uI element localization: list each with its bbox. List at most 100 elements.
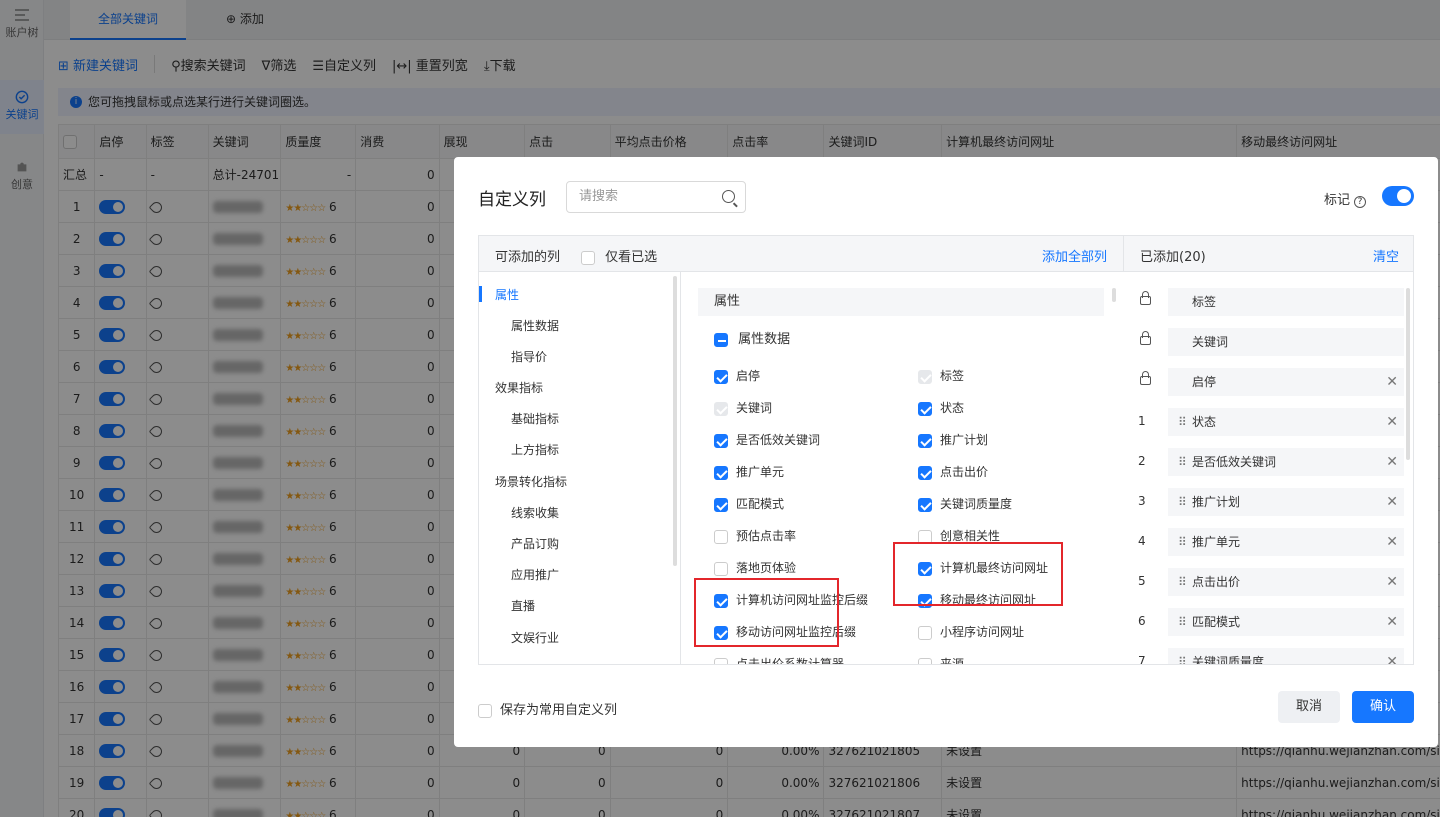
category-item[interactable]: 基础指标 xyxy=(511,410,559,427)
column-option-label: 标签 xyxy=(940,369,965,383)
added-column-box: 标签 xyxy=(1168,288,1404,316)
remove-icon[interactable]: ✕ xyxy=(1386,614,1398,630)
drag-handle-icon[interactable]: ⠿ xyxy=(1178,488,1187,516)
clear-link[interactable]: 清空 xyxy=(1373,246,1399,265)
category-item[interactable]: 上方指标 xyxy=(511,441,559,458)
checkbox[interactable] xyxy=(714,561,728,576)
added-column-label: 是否低效关键词 xyxy=(1192,455,1277,469)
add-all-link[interactable]: 添加全部列 xyxy=(1042,246,1107,265)
column-option-label: 点击出价系数计算器 xyxy=(736,657,845,664)
checkbox[interactable] xyxy=(714,465,728,480)
drag-handle-icon[interactable]: ⠿ xyxy=(1178,568,1187,596)
cancel-button[interactable]: 取消 xyxy=(1278,691,1340,723)
column-option[interactable]: 匹配模式 xyxy=(714,495,784,512)
checkbox[interactable] xyxy=(714,529,728,544)
category-item[interactable]: 文娱行业 xyxy=(511,629,559,646)
added-column-item[interactable]: 启停 ✕ xyxy=(1124,368,1414,396)
confirm-button[interactable]: 确认 xyxy=(1352,691,1414,723)
category-item[interactable]: 应用推广 xyxy=(511,566,559,583)
category-item[interactable]: 直播 xyxy=(511,597,535,614)
added-column-item[interactable]: 5 ⠿ 点击出价 ✕ xyxy=(1124,568,1414,596)
field-scrollbar[interactable] xyxy=(1112,288,1116,302)
checkbox[interactable] xyxy=(918,401,932,416)
column-option[interactable]: 落地页体验 xyxy=(714,559,796,576)
checkbox[interactable] xyxy=(918,433,932,448)
column-option[interactable]: 点击出价系数计算器 xyxy=(714,655,844,664)
save-common-label: 保存为常用自定义列 xyxy=(500,703,618,718)
only-selected-checkbox[interactable]: 仅看已选 xyxy=(581,246,657,265)
column-option[interactable]: 预估点击率 xyxy=(714,527,796,544)
added-column-label: 推广单元 xyxy=(1192,535,1241,549)
checkbox[interactable] xyxy=(714,332,728,347)
dialog-title: 自定义列 xyxy=(478,190,546,210)
drag-handle-icon[interactable]: ⠿ xyxy=(1178,528,1187,556)
column-option[interactable]: 状态 xyxy=(918,399,964,416)
category-item[interactable]: 场景转化指标 xyxy=(495,473,567,490)
item-number: 3 xyxy=(1138,494,1146,508)
checkbox[interactable] xyxy=(918,497,932,512)
column-option[interactable]: 是否低效关键词 xyxy=(714,431,820,448)
drag-handle-icon[interactable]: ⠿ xyxy=(1178,408,1187,436)
column-search-input[interactable]: 请搜索 xyxy=(566,181,746,213)
item-number: 7 xyxy=(1138,654,1146,664)
column-option[interactable]: 关键词 xyxy=(714,399,772,416)
added-column-label: 点击出价 xyxy=(1192,575,1241,589)
column-option[interactable]: 小程序访问网址 xyxy=(918,623,1024,640)
column-option[interactable]: 推广单元 xyxy=(714,463,784,480)
remove-icon[interactable]: ✕ xyxy=(1386,374,1398,390)
added-column-item[interactable]: 4 ⠿ 推广单元 ✕ xyxy=(1124,528,1414,556)
column-option[interactable]: 来源 xyxy=(918,655,964,664)
checkbox[interactable] xyxy=(714,657,728,664)
category-item[interactable]: 指导价 xyxy=(511,348,547,365)
added-column-item[interactable]: 7 ⠿ 关键词质量度 ✕ xyxy=(1124,648,1414,664)
checkbox[interactable] xyxy=(918,625,932,640)
category-item[interactable]: 属性 xyxy=(495,286,519,303)
column-option-label: 是否低效关键词 xyxy=(736,433,821,447)
column-option[interactable]: 推广计划 xyxy=(918,431,988,448)
category-scrollbar[interactable] xyxy=(673,276,677,566)
category-item[interactable]: 属性数据 xyxy=(511,317,559,334)
checkbox[interactable] xyxy=(581,250,595,265)
drag-handle-icon[interactable]: ⠿ xyxy=(1178,648,1187,664)
column-option-label: 点击出价 xyxy=(940,465,989,479)
checkbox[interactable] xyxy=(918,369,932,384)
checkbox[interactable] xyxy=(918,657,932,664)
remove-icon[interactable]: ✕ xyxy=(1386,494,1398,510)
added-column-item[interactable]: 3 ⠿ 推广计划 ✕ xyxy=(1124,488,1414,516)
drag-handle-icon[interactable]: ⠿ xyxy=(1178,448,1187,476)
added-column-item[interactable]: 关键词 xyxy=(1124,328,1414,356)
remove-icon[interactable]: ✕ xyxy=(1386,414,1398,430)
checkbox[interactable] xyxy=(714,369,728,384)
added-column-item[interactable]: 1 ⠿ 状态 ✕ xyxy=(1124,408,1414,436)
remove-icon[interactable]: ✕ xyxy=(1386,654,1398,664)
added-column-item[interactable]: 标签 xyxy=(1124,288,1414,316)
checkbox[interactable] xyxy=(714,497,728,512)
save-common-checkbox[interactable]: 保存为常用自定义列 xyxy=(478,699,617,718)
remove-icon[interactable]: ✕ xyxy=(1386,574,1398,590)
remove-icon[interactable]: ✕ xyxy=(1386,534,1398,550)
added-column-label: 关键词 xyxy=(1192,335,1229,349)
checkbox[interactable] xyxy=(714,401,728,416)
added-column-box: ⠿ 推广计划 xyxy=(1168,488,1404,516)
available-title: 可添加的列 xyxy=(495,250,561,265)
help-icon[interactable]: ? xyxy=(1354,196,1366,208)
highlight-box xyxy=(694,578,839,647)
category-item[interactable]: 效果指标 xyxy=(495,379,543,396)
added-column-item[interactable]: 2 ⠿ 是否低效关键词 ✕ xyxy=(1124,448,1414,476)
added-column-item[interactable]: 6 ⠿ 匹配模式 ✕ xyxy=(1124,608,1414,636)
category-item[interactable]: 产品订购 xyxy=(511,535,559,552)
group-checkbox[interactable]: 属性数据 xyxy=(714,328,790,347)
column-option[interactable]: 启停 xyxy=(714,367,760,384)
mark-toggle[interactable] xyxy=(1382,186,1414,206)
column-option[interactable]: 标签 xyxy=(918,367,964,384)
checkbox[interactable] xyxy=(478,703,492,718)
checkbox[interactable] xyxy=(714,433,728,448)
item-number: 1 xyxy=(1138,414,1146,428)
category-item[interactable]: 线索收集 xyxy=(511,504,559,521)
column-option[interactable]: 关键词质量度 xyxy=(918,495,1012,512)
remove-icon[interactable]: ✕ xyxy=(1386,454,1398,470)
search-icon[interactable] xyxy=(722,190,735,203)
drag-handle-icon[interactable]: ⠿ xyxy=(1178,608,1187,636)
column-option[interactable]: 点击出价 xyxy=(918,463,988,480)
checkbox[interactable] xyxy=(918,465,932,480)
